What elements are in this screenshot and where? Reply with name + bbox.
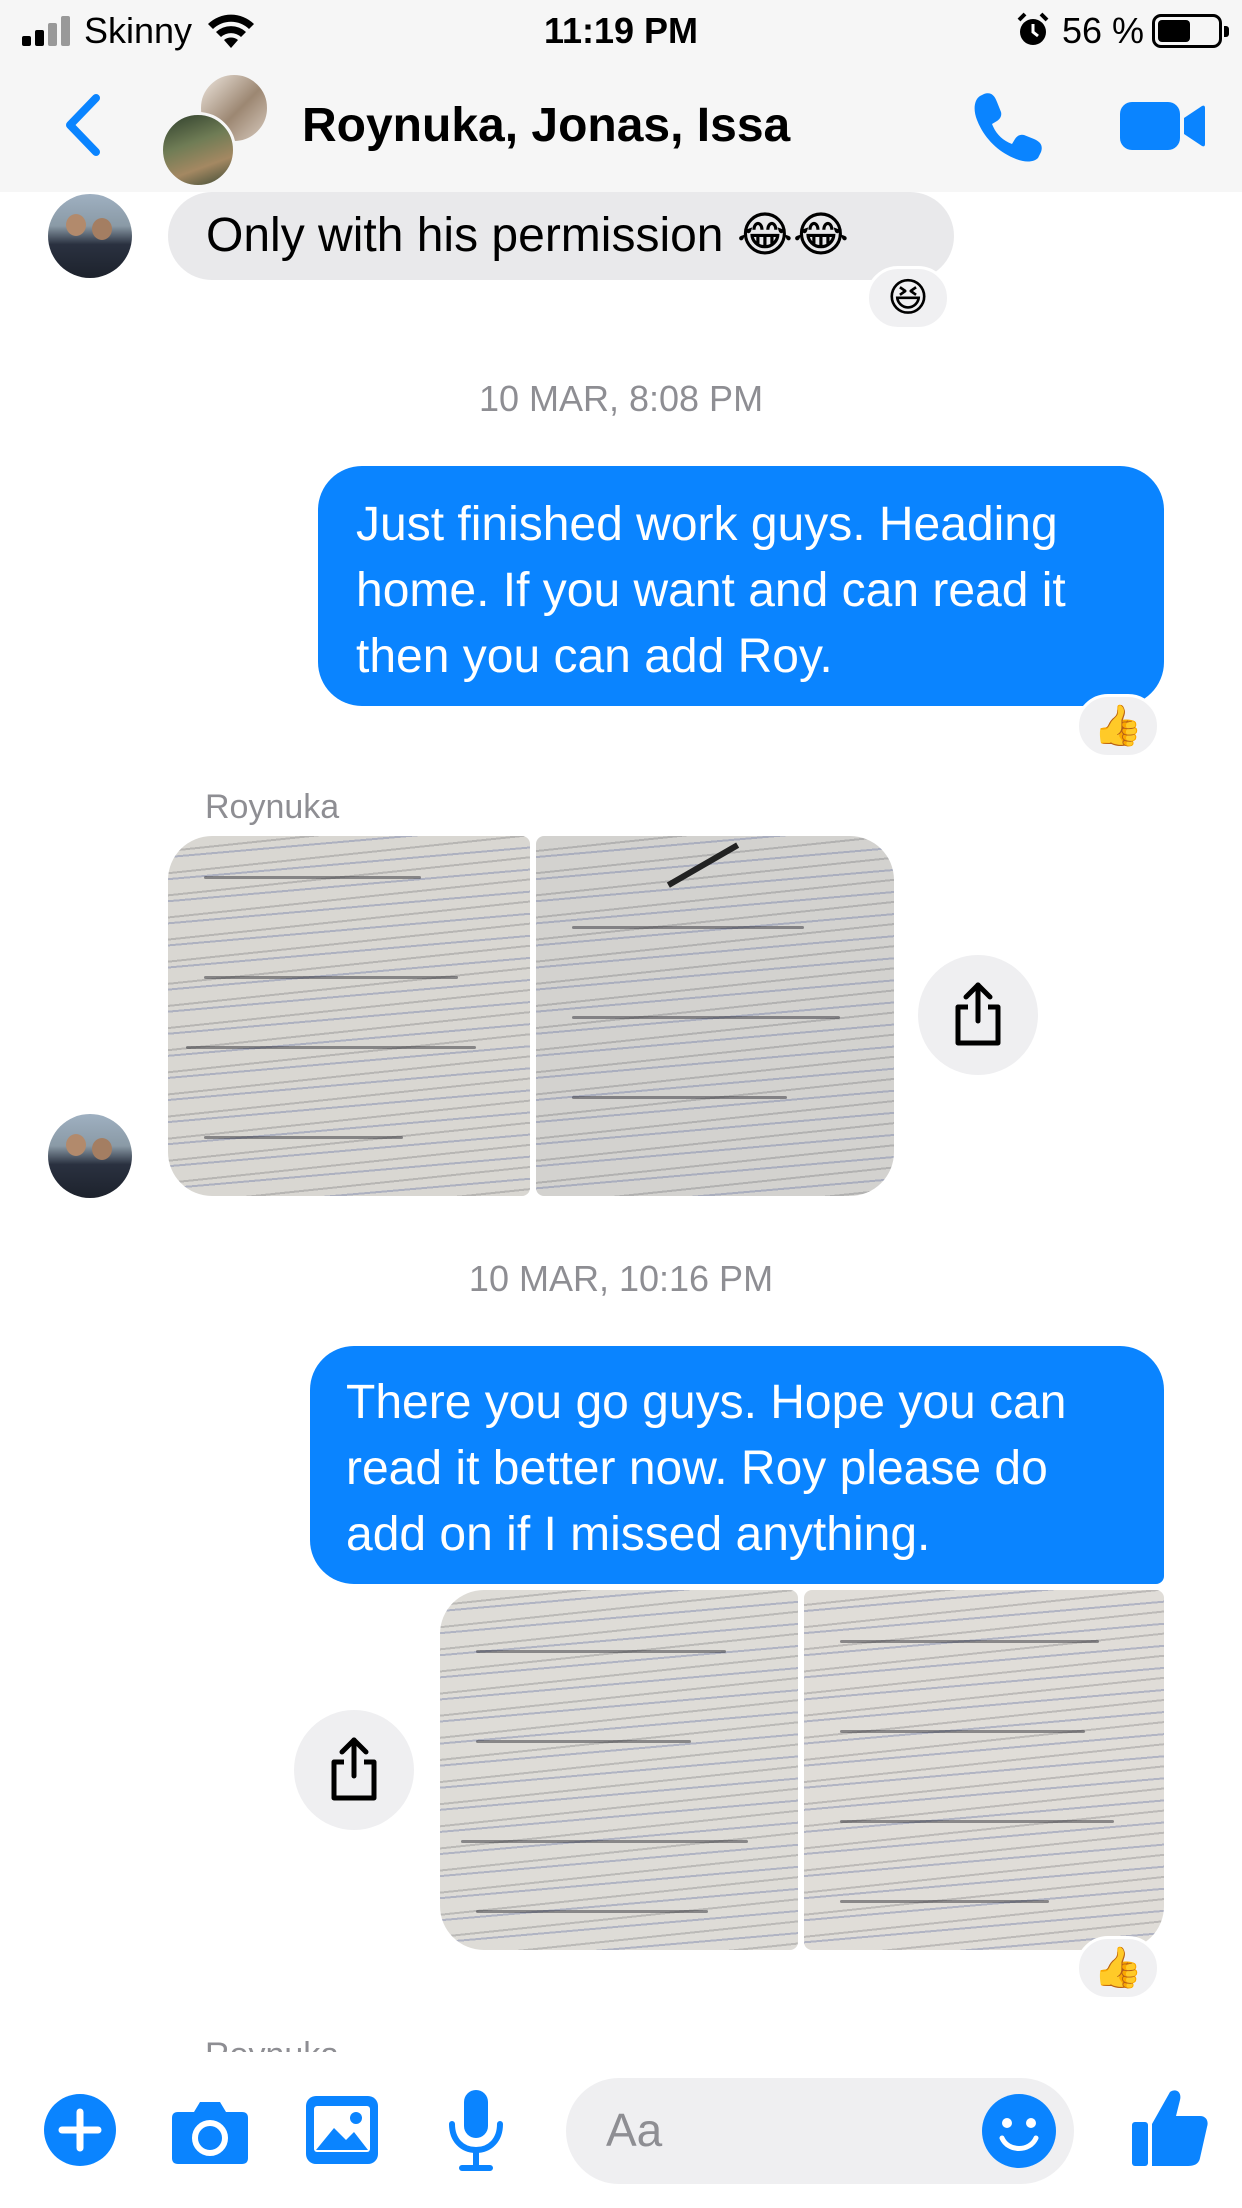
- message-line: home. If you want and can read it: [356, 564, 1066, 617]
- share-icon: [331, 1737, 377, 1801]
- group-avatar[interactable]: [160, 72, 275, 188]
- microphone-icon[interactable]: [446, 2088, 506, 2172]
- message-line: read it better now. Roy please do: [346, 1442, 1048, 1495]
- emoji-icon[interactable]: [980, 2092, 1058, 2170]
- shared-photo-notes-3[interactable]: [440, 1590, 798, 1950]
- phone-icon[interactable]: [970, 88, 1046, 164]
- message-line: add on if I missed anything.: [346, 1508, 931, 1561]
- reaction-badge[interactable]: 😆: [866, 266, 950, 330]
- shared-photo-notes-4[interactable]: [804, 1590, 1164, 1950]
- group-avatar-photo-2: [160, 112, 236, 188]
- battery-icon: [1152, 14, 1229, 48]
- message-input-container[interactable]: [566, 2078, 1074, 2184]
- conversation-header: Roynuka, Jonas, Issa: [0, 62, 1242, 192]
- sender-avatar[interactable]: [48, 194, 132, 278]
- message-line: Just finished work guys. Heading: [356, 498, 1058, 551]
- battery-percentage: 56 %: [1062, 10, 1145, 51]
- shared-photo-notes-1[interactable]: [168, 836, 530, 1196]
- shared-photo-notes-2[interactable]: [536, 836, 894, 1196]
- share-button[interactable]: [294, 1710, 414, 1830]
- message-bubble-outgoing[interactable]: Just finished work guys. Heading home. I…: [318, 466, 1164, 706]
- message-line: There you go guys. Hope you can: [346, 1376, 1067, 1429]
- battery-level-fill: [1158, 20, 1190, 42]
- clock: 11:19 PM: [543, 10, 699, 51]
- message-line: then you can add Roy.: [356, 630, 833, 683]
- sender-avatar[interactable]: [48, 1114, 132, 1198]
- conversation-title[interactable]: Roynuka, Jonas, Issa: [302, 98, 790, 153]
- message-input[interactable]: [606, 2102, 906, 2158]
- reaction-badge[interactable]: 👍: [1076, 694, 1160, 758]
- timestamp-divider: 10 MAR, 10:16 PM: [468, 1258, 774, 1299]
- message-bubble-incoming[interactable]: Only with his permission 😂😂: [168, 192, 954, 280]
- status-bar: Skinny 11:19 PM 56 %: [0, 0, 1242, 62]
- video-camera-icon[interactable]: [1118, 98, 1206, 154]
- timestamp-divider: 10 MAR, 8:08 PM: [478, 378, 764, 419]
- message-bubble-outgoing[interactable]: There you go guys. Hope you can read it …: [310, 1346, 1164, 1584]
- share-button[interactable]: [918, 955, 1038, 1075]
- reaction-badge[interactable]: 👍: [1076, 1936, 1160, 2000]
- plus-icon[interactable]: [42, 2092, 118, 2168]
- like-thumb-icon[interactable]: [1130, 2086, 1210, 2170]
- gallery-icon[interactable]: [304, 2094, 380, 2166]
- message-text: Only with his permission 😂😂: [206, 209, 850, 262]
- alarm-icon: [1017, 12, 1049, 45]
- share-icon: [955, 982, 1001, 1046]
- message-composer: [0, 2052, 1242, 2208]
- back-chevron-icon[interactable]: [58, 90, 108, 160]
- camera-icon[interactable]: [170, 2094, 250, 2166]
- sender-name: Roynuka: [205, 788, 340, 826]
